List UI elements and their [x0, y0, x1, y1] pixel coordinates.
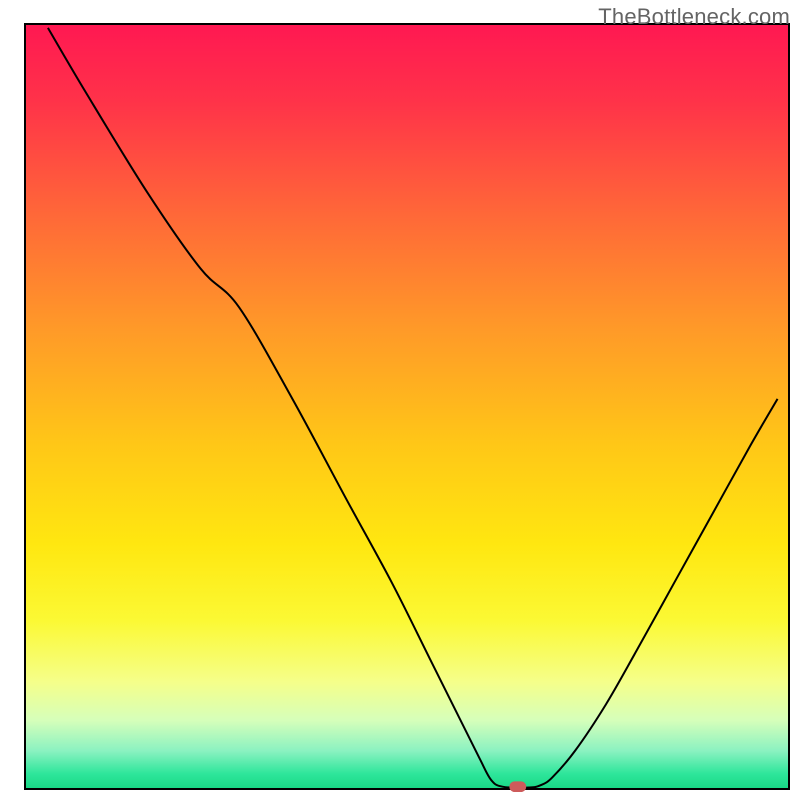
chart-container: TheBottleneck.com — [0, 0, 800, 800]
optimal-marker — [509, 781, 526, 792]
bottleneck-chart — [0, 0, 800, 800]
plot-background — [25, 24, 789, 789]
watermark-text: TheBottleneck.com — [598, 4, 790, 30]
